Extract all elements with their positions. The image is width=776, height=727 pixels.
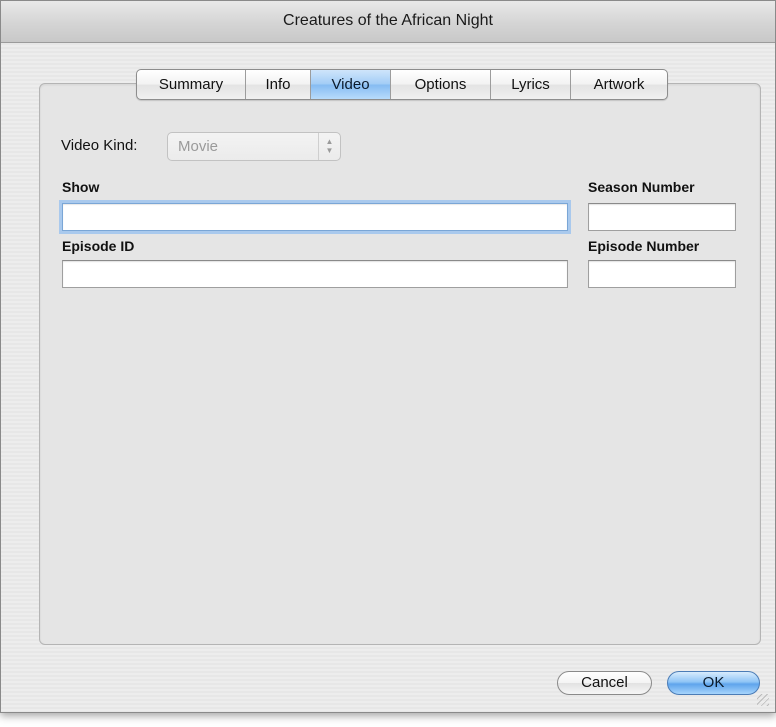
window-title: Creatures of the African Night: [283, 12, 493, 29]
season-number-label: Season Number: [588, 179, 695, 195]
tab-lyrics[interactable]: Lyrics: [490, 70, 570, 99]
episode-id-label: Episode ID: [62, 238, 135, 254]
show-label: Show: [62, 179, 100, 195]
tab-video[interactable]: Video: [310, 70, 390, 99]
tab-info[interactable]: Info: [245, 70, 310, 99]
episode-number-input[interactable]: [588, 260, 736, 288]
video-kind-popup[interactable]: Movie ▲ ▼: [167, 132, 341, 161]
episode-id-input[interactable]: [62, 260, 568, 288]
video-kind-value: Movie: [178, 138, 219, 155]
tab-summary[interactable]: Summary: [137, 70, 245, 99]
get-info-dialog: Creatures of the African Night Summary I…: [0, 0, 776, 713]
season-number-input[interactable]: [588, 203, 736, 231]
up-down-arrows-icon: ▲ ▼: [318, 133, 340, 160]
title-bar[interactable]: Creatures of the African Night: [1, 1, 775, 43]
tab-panel: [39, 83, 761, 645]
cancel-button[interactable]: Cancel: [557, 671, 652, 695]
ok-button[interactable]: OK: [667, 671, 760, 695]
resize-grip-icon[interactable]: [757, 694, 769, 706]
episode-number-label: Episode Number: [588, 238, 700, 254]
tab-artwork[interactable]: Artwork: [570, 70, 667, 99]
video-kind-label: Video Kind:: [61, 137, 138, 154]
tab-options[interactable]: Options: [390, 70, 490, 99]
tab-bar: Summary Info Video Options Lyrics Artwor…: [136, 69, 668, 100]
show-input[interactable]: [62, 203, 568, 231]
